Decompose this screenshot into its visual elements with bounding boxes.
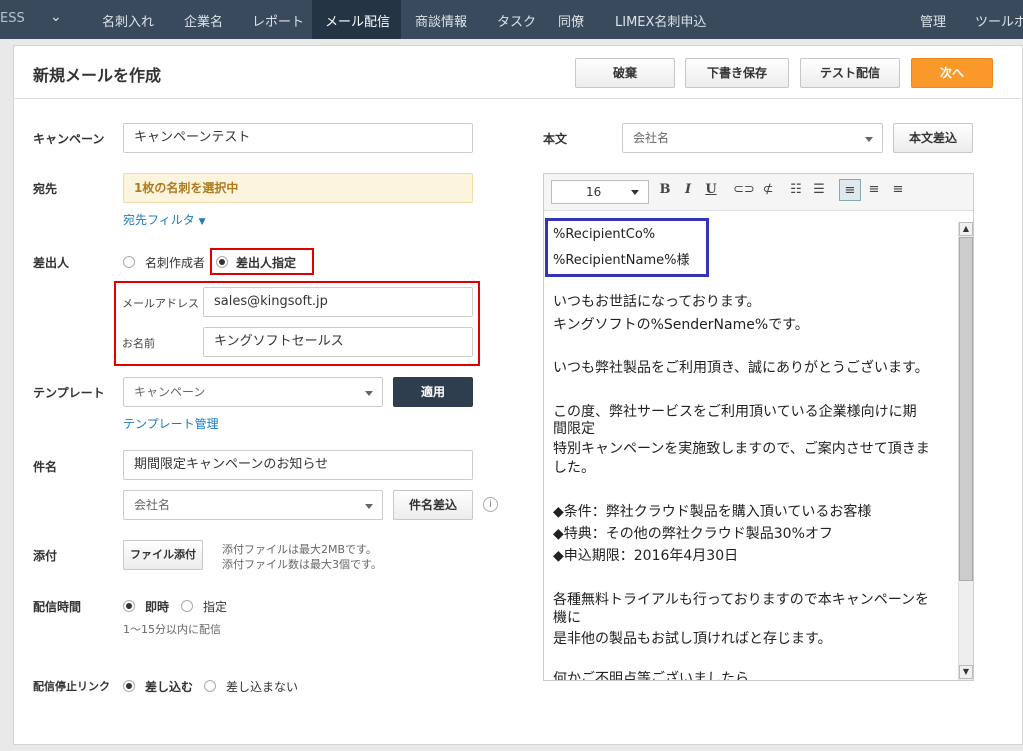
nav-item-tasks[interactable]: タスク (497, 11, 536, 30)
body-line[interactable]: 何かご不明点等ございましたら (553, 668, 749, 680)
unsubscribe-label: 配信停止リンク (33, 680, 110, 693)
nav-item-limex[interactable]: LIMEX名刺申込 (615, 11, 706, 30)
unlink-icon[interactable]: ⊄ (758, 181, 778, 199)
page-title: 新規メールを作成 (33, 66, 162, 85)
sender-specify-radio[interactable] (216, 256, 228, 268)
template-label: テンプレート (33, 386, 105, 400)
body-line[interactable]: ◆申込期限：2016年4月30日 (553, 545, 738, 565)
nav-item-reports[interactable]: レポート (252, 11, 304, 30)
scrollbar-thumb[interactable] (959, 237, 973, 581)
chevron-down-icon (365, 391, 373, 396)
body-line[interactable]: した。 (553, 457, 595, 477)
align-center-icon[interactable]: ≡ (865, 181, 883, 199)
campaign-input[interactable]: キャンペーンテスト (123, 123, 473, 153)
sender-name-label: お名前 (122, 337, 155, 350)
body-line[interactable]: いつもお世話になっております。 (553, 291, 760, 311)
recipient-filter-link[interactable]: 宛先フィルタ ▼ (123, 211, 206, 228)
body-label: 本文 (543, 132, 568, 146)
nav-item-admin[interactable]: 管理 (920, 11, 946, 30)
body-line[interactable]: ◆条件：弊社クラウド製品を購入頂いているお客様 (553, 501, 871, 521)
bullet-list-icon[interactable]: ☰ (810, 181, 828, 199)
subject-insert-value: 会社名 (134, 498, 171, 512)
template-select-value: キャンペーン (134, 385, 206, 399)
align-right-icon[interactable]: ≡ (889, 181, 907, 199)
body-line[interactable]: 各種無料トライアルも行っておりますので本キャンペーンを (553, 589, 929, 609)
nav-item-deals[interactable]: 商談情報 (415, 11, 467, 30)
chevron-down-icon (365, 504, 373, 509)
bold-icon[interactable]: B (656, 181, 674, 199)
sender-label: 差出人 (33, 256, 70, 270)
body-line[interactable]: この度、弊社サービスをご利用頂いている企業様向けに期 (553, 401, 917, 421)
to-label: 宛先 (33, 182, 58, 196)
body-insert-select[interactable]: 会社名 (622, 123, 883, 153)
delivery-time-label: 配信時間 (33, 600, 82, 614)
unsubscribe-none-label[interactable]: 差し込まない (226, 678, 298, 695)
attach-note-size: 添付ファイルは最大2MBです。 (222, 543, 377, 556)
save-draft-button[interactable]: 下書き保存 (685, 58, 789, 88)
sender-name-input[interactable]: キングソフトセールス (203, 327, 473, 357)
recipient-filter-label[interactable]: 宛先フィルタ (123, 213, 195, 227)
delivery-scheduled-radio[interactable] (181, 600, 193, 612)
apply-template-button[interactable]: 適用 (393, 377, 473, 407)
sender-creator-radio[interactable] (123, 256, 135, 268)
attach-file-button[interactable]: ファイル添付 (123, 540, 203, 570)
body-line[interactable]: %RecipientCo% (553, 227, 655, 242)
body-line[interactable]: 機に (553, 607, 581, 627)
info-icon[interactable]: i (483, 497, 498, 512)
delivery-now-label[interactable]: 即時 (145, 598, 169, 615)
email-label: メールアドレス (122, 297, 199, 310)
chevron-down-icon[interactable]: ⌄ (50, 9, 62, 25)
body-line[interactable]: 間限定 (553, 418, 595, 438)
underline-icon[interactable]: U (702, 181, 720, 199)
campaign-label: キャンペーン (33, 132, 105, 146)
body-line[interactable]: 是非他の製品もお試し頂ければと存じます。 (553, 628, 832, 648)
unsubscribe-insert-radio[interactable] (123, 680, 135, 692)
chevron-down-icon (631, 190, 639, 195)
body-line[interactable]: キングソフトの%SenderName%です。 (553, 314, 809, 334)
nav-item-tools[interactable]: ツールボ (975, 11, 1023, 30)
template-select[interactable]: キャンペーン (123, 377, 383, 407)
subject-label: 件名 (33, 460, 58, 474)
nav-item-namecards[interactable]: 名刺入れ (102, 11, 154, 30)
delivery-now-radio[interactable] (123, 600, 135, 612)
unsubscribe-insert-label[interactable]: 差し込む (145, 678, 193, 695)
caret-down-icon: ▼ (198, 217, 206, 227)
scroll-down-arrow-icon[interactable]: ▼ (959, 665, 973, 679)
font-size-select[interactable]: 16 (551, 180, 649, 204)
header-divider (13, 98, 1023, 99)
delivery-note: 1〜15分以内に配信 (123, 623, 221, 636)
body-line[interactable]: %RecipientName%様 (553, 249, 689, 268)
scroll-up-arrow-icon[interactable]: ▲ (959, 222, 973, 236)
sender-email-input[interactable]: sales@kingsoft.jp (203, 287, 473, 317)
recipient-status: 1枚の名刺を選択中 (123, 173, 473, 203)
attach-label: 添付 (33, 549, 58, 563)
sender-specify-label[interactable]: 差出人指定 (236, 254, 296, 271)
test-send-button[interactable]: テスト配信 (800, 58, 900, 88)
body-line[interactable]: 特別キャンペーンを実施致しますので、ご案内させて頂きま (553, 438, 930, 458)
body-insert-value: 会社名 (633, 131, 670, 145)
ordered-list-icon[interactable]: ☷ (787, 181, 805, 199)
delivery-scheduled-label[interactable]: 指定 (203, 598, 227, 615)
nav-item-companies[interactable]: 企業名 (184, 11, 223, 30)
sender-creator-label[interactable]: 名刺作成者 (145, 254, 205, 271)
link-icon[interactable]: ⊂⊃ (733, 181, 755, 199)
align-left-icon[interactable]: ≡ (839, 179, 861, 201)
subject-input[interactable]: 期間限定キャンペーンのお知らせ (123, 450, 473, 480)
font-size-value: 16 (586, 185, 602, 199)
body-insert-button[interactable]: 本文差込 (893, 123, 973, 153)
subject-insert-button[interactable]: 件名差込 (393, 490, 473, 520)
body-line[interactable]: いつも弊社製品をご利用頂き、誠にありがとうございます。 (553, 357, 929, 377)
chevron-down-icon (865, 137, 873, 142)
brand-logo: ESS (0, 11, 25, 26)
nav-item-mail[interactable]: メール配信 (325, 11, 390, 30)
italic-icon[interactable]: I (679, 181, 697, 199)
attach-note-count: 添付ファイル数は最大3個です。 (222, 558, 382, 571)
body-line[interactable]: ◆特典：その他の弊社クラウド製品30%オフ (553, 523, 833, 543)
next-button[interactable]: 次へ (911, 58, 993, 88)
unsubscribe-none-radio[interactable] (204, 680, 216, 692)
template-manage-link[interactable]: テンプレート管理 (123, 415, 219, 432)
nav-item-colleagues[interactable]: 同僚 (558, 11, 584, 30)
discard-button[interactable]: 破棄 (575, 58, 675, 88)
subject-insert-select[interactable]: 会社名 (123, 490, 383, 520)
